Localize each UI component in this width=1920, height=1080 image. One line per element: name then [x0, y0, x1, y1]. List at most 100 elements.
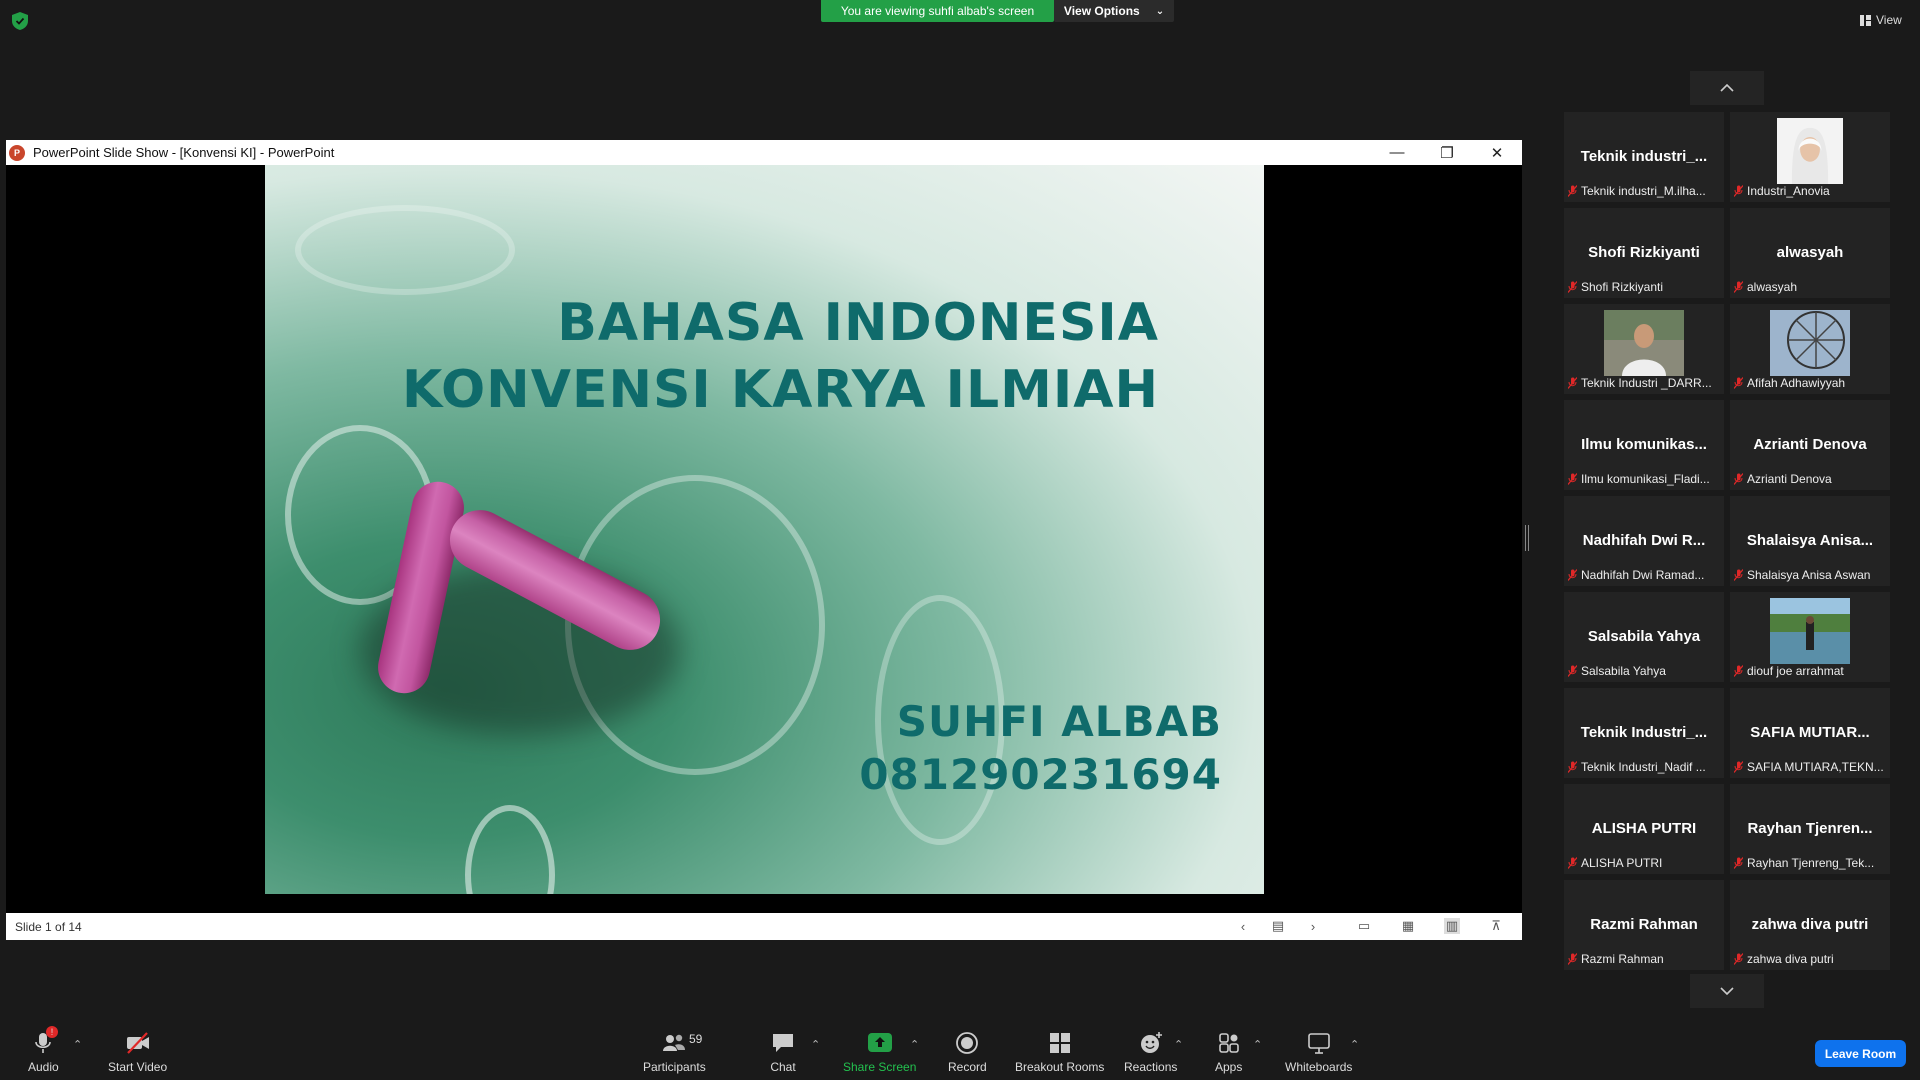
mic-muted-icon	[1734, 473, 1743, 485]
participant-display-name: Shalaisya Anisa...	[1746, 532, 1874, 549]
slide-sorter-icon[interactable]: ▦	[1400, 918, 1416, 934]
participant-tile[interactable]: Teknik industri_... Teknik industri_M.ilh…	[1564, 112, 1724, 202]
chat-options-caret-icon[interactable]: ⌃	[811, 1038, 820, 1051]
participants-count: 59	[689, 1032, 703, 1046]
participants-icon	[663, 1034, 686, 1051]
participant-name-label: Shalaisya Anisa Aswan	[1734, 568, 1870, 582]
participant-tile[interactable]: Salsabila Yahya Salsabila Yahya	[1564, 592, 1724, 682]
minimize-icon[interactable]: —	[1372, 140, 1422, 165]
view-options-button[interactable]: View Options ⌄	[1054, 0, 1174, 22]
breakout-rooms-label: Breakout Rooms	[1015, 1060, 1105, 1074]
participant-display-name: Teknik Industri_...	[1580, 724, 1708, 741]
normal-view-icon[interactable]: ▭	[1356, 918, 1372, 934]
panel-resize-handle[interactable]	[1525, 525, 1529, 551]
whiteboards-button[interactable]: Whiteboards	[1285, 1030, 1352, 1074]
mic-muted-icon	[1568, 473, 1577, 485]
next-slide-icon[interactable]: ›	[1305, 918, 1321, 934]
chevron-down-icon: ⌄	[1155, 5, 1165, 17]
mic-muted-icon	[1568, 185, 1577, 197]
reactions-options-caret-icon[interactable]: ⌃	[1174, 1038, 1183, 1051]
participant-tile[interactable]: Industri_Anovia	[1730, 112, 1890, 202]
participant-name: Teknik industri_M.ilha...	[1581, 184, 1706, 198]
participant-tile[interactable]: SAFIA MUTIAR... SAFIA MUTIARA,TEKN...	[1730, 688, 1890, 778]
participant-display-name: Rayhan Tjenren...	[1747, 820, 1873, 837]
whiteboard-icon	[1307, 1033, 1330, 1054]
audio-button[interactable]: Audio !	[28, 1026, 59, 1074]
slideshow-icon[interactable]: ⊼	[1488, 918, 1504, 934]
participant-display-name: ALISHA PUTRI	[1591, 820, 1697, 837]
notes-icon[interactable]: ▤	[1270, 918, 1286, 934]
whiteboards-options-caret-icon[interactable]: ⌃	[1350, 1038, 1359, 1051]
participant-tile[interactable]: Shofi Rizkiyanti Shofi Rizkiyanti	[1564, 208, 1724, 298]
participant-tile[interactable]: Ilmu komunikas... Ilmu komunikasi_Fladi..…	[1564, 400, 1724, 490]
participants-button[interactable]: Participants 59	[643, 1030, 706, 1074]
apps-options-caret-icon[interactable]: ⌃	[1253, 1038, 1262, 1051]
previous-slide-icon[interactable]: ‹	[1235, 918, 1251, 934]
participant-name: Afifah Adhawiyyah	[1747, 376, 1846, 390]
slide-title-line2: KONVENSI KARYA ILMIAH	[402, 360, 1159, 420]
mic-muted-icon	[1734, 569, 1743, 581]
grid-view-icon	[1860, 14, 1871, 26]
security-shield-icon[interactable]	[12, 12, 28, 30]
shared-screen-powerpoint[interactable]: P PowerPoint Slide Show - [Konvensi KI] …	[6, 140, 1522, 940]
breakout-rooms-button[interactable]: Breakout Rooms	[1015, 1030, 1104, 1074]
restore-icon[interactable]: ❐	[1422, 140, 1472, 165]
chat-icon	[773, 1034, 793, 1052]
slide-canvas[interactable]: BAHASA INDONESIA KONVENSI KARYA ILMIAH S…	[265, 165, 1264, 894]
start-video-button[interactable]: Start Video	[108, 1030, 167, 1074]
chevron-down-icon	[1720, 987, 1734, 995]
participant-tile[interactable]: ALISHA PUTRI ALISHA PUTRI	[1564, 784, 1724, 874]
reactions-button[interactable]: Reactions	[1124, 1030, 1177, 1074]
participant-tile[interactable]: Nadhifah Dwi R... Nadhifah Dwi Ramad...	[1564, 496, 1724, 586]
participant-tile[interactable]: Shalaisya Anisa... Shalaisya Anisa Aswan	[1730, 496, 1890, 586]
mic-muted-icon	[1568, 569, 1577, 581]
participant-tile[interactable]: zahwa diva putri zahwa diva putri	[1730, 880, 1890, 970]
chat-label: Chat	[770, 1060, 796, 1074]
participant-name: SAFIA MUTIARA,TEKN...	[1747, 760, 1884, 774]
mic-muted-icon	[1734, 857, 1743, 869]
participant-display-name: Salsabila Yahya	[1587, 628, 1701, 645]
participant-tile[interactable]: Teknik Industri _DARR...	[1564, 304, 1724, 394]
participant-name-label: Afifah Adhawiyyah	[1734, 376, 1845, 390]
participant-tile[interactable]: diouf joe arrahmat	[1730, 592, 1890, 682]
participant-tile[interactable]: Afifah Adhawiyyah	[1730, 304, 1890, 394]
view-button[interactable]: View	[1860, 11, 1902, 29]
record-label: Record	[948, 1060, 987, 1074]
ppt-titlebar: P PowerPoint Slide Show - [Konvensi KI] …	[6, 140, 1522, 165]
chat-button[interactable]: Chat	[770, 1030, 796, 1074]
gallery-scroll-down-button[interactable]	[1690, 974, 1764, 1008]
share-screen-icon	[867, 1033, 892, 1052]
leave-room-button[interactable]: Leave Room	[1815, 1040, 1906, 1067]
participant-display-name: Azrianti Denova	[1753, 436, 1867, 453]
slide-counter: Slide 1 of 14	[15, 919, 82, 934]
share-options-caret-icon[interactable]: ⌃	[910, 1038, 919, 1051]
audio-warning-badge: !	[46, 1026, 58, 1038]
participant-name-label: zahwa diva putri	[1734, 952, 1834, 966]
participant-tile[interactable]: Teknik Industri_... Teknik Industri_Nadif…	[1564, 688, 1724, 778]
participant-name-label: diouf joe arrahmat	[1734, 664, 1844, 678]
reading-view-icon[interactable]: ▥	[1444, 918, 1460, 934]
participant-photo	[1770, 310, 1850, 376]
powerpoint-logo-icon: P	[9, 144, 25, 161]
gallery-scroll-up-button[interactable]	[1690, 71, 1764, 105]
participant-name-label: SAFIA MUTIARA,TEKN...	[1734, 760, 1884, 774]
record-button[interactable]: Record	[948, 1030, 987, 1074]
participant-tile[interactable]: Azrianti Denova Azrianti Denova	[1730, 400, 1890, 490]
participant-name-label: ALISHA PUTRI	[1568, 856, 1662, 870]
participant-name: alwasyah	[1747, 280, 1798, 294]
mic-muted-icon	[1734, 281, 1743, 293]
participant-name: Teknik Industri _DARR...	[1581, 376, 1712, 390]
close-icon[interactable]: ✕	[1472, 140, 1522, 165]
participant-name: Azrianti Denova	[1747, 472, 1832, 486]
ppt-statusbar: Slide 1 of 14 ‹ ▤ › ▭ ▦ ▥ ⊼	[6, 913, 1522, 940]
audio-options-caret-icon[interactable]: ⌃	[73, 1038, 82, 1051]
share-screen-button[interactable]: Share Screen	[843, 1030, 916, 1074]
participant-name: Shalaisya Anisa Aswan	[1747, 568, 1871, 582]
participant-name: Shofi Rizkiyanti	[1581, 280, 1664, 294]
participant-tile[interactable]: Rayhan Tjenren... Rayhan Tjenreng_Tek...	[1730, 784, 1890, 874]
participant-tile[interactable]: Razmi Rahman Razmi Rahman	[1564, 880, 1724, 970]
participant-name-label: Rayhan Tjenreng_Tek...	[1734, 856, 1874, 870]
apps-button[interactable]: Apps	[1215, 1030, 1242, 1074]
participant-tile[interactable]: alwasyah alwasyah	[1730, 208, 1890, 298]
participant-photo	[1770, 598, 1850, 664]
